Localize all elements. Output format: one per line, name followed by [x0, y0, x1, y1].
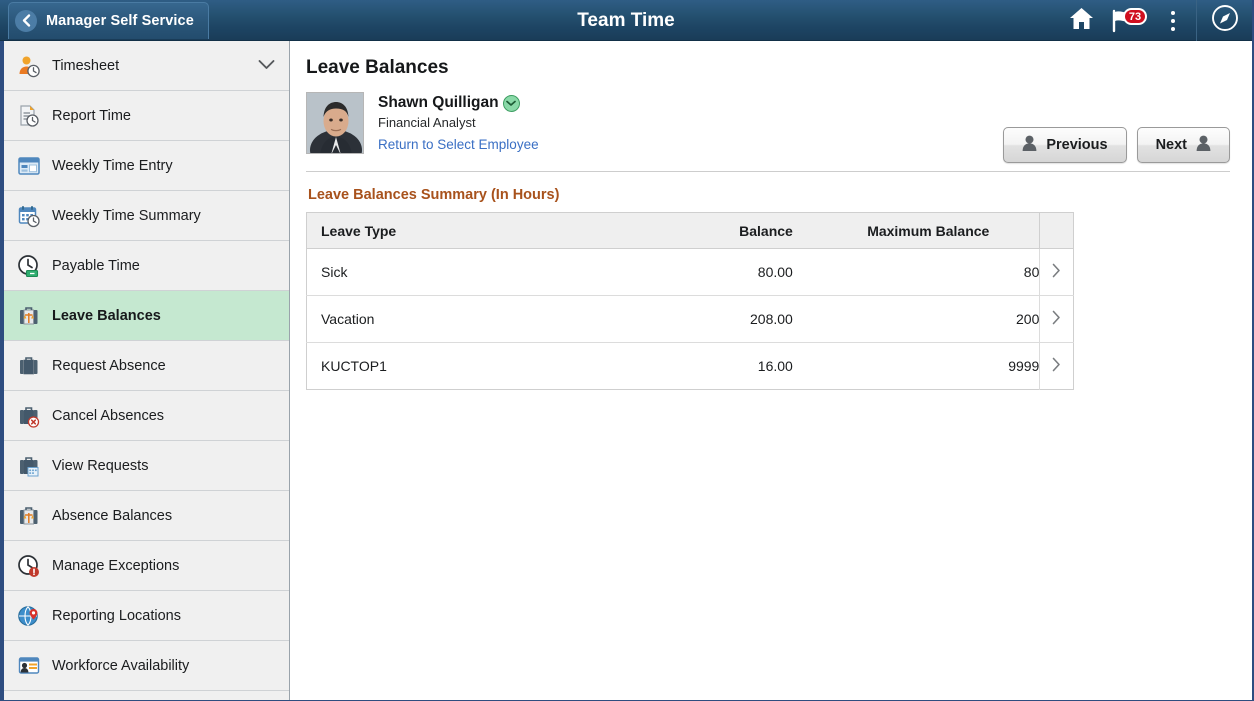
leave-balances-table: Leave Type Balance Maximum Balance Sick …	[306, 212, 1074, 390]
next-employee-button[interactable]: Next	[1136, 127, 1230, 163]
cell-maximum-balance: 80	[828, 248, 1040, 296]
window-grid-icon	[16, 153, 42, 179]
avatar	[306, 92, 364, 154]
previous-employee-button[interactable]: Previous	[1003, 127, 1127, 163]
column-header-balance: Balance	[590, 212, 829, 249]
back-to-manager-self-service-button[interactable]: Manager Self Service	[8, 1, 209, 39]
sidebar-item-report-time[interactable]: Report Time	[4, 91, 289, 141]
employee-info: Shawn Quilligan Financial Analyst Return…	[378, 92, 539, 154]
application-window: Manager Self Service Team Time 73 Timesh…	[0, 0, 1254, 701]
chevron-down-circle-icon[interactable]	[502, 94, 520, 112]
cell-balance: 80.00	[590, 248, 829, 296]
briefcase-cancel-icon	[16, 403, 42, 429]
clock-money-icon	[16, 253, 42, 279]
clock-alert-icon	[16, 553, 42, 579]
sidebar-item-label: Leave Balances	[52, 307, 161, 324]
section-title: Leave Balances Summary (In Hours)	[308, 187, 560, 203]
column-header-maximum-balance: Maximum Balance	[828, 212, 1040, 249]
briefcase-list-icon	[16, 453, 42, 479]
chevron-down-icon[interactable]	[258, 57, 275, 75]
person-icon	[1196, 135, 1211, 155]
window-person-icon	[16, 653, 42, 679]
sidebar-item-timesheet[interactable]: Timesheet	[4, 41, 289, 91]
next-button-label: Next	[1155, 137, 1187, 153]
person-clock-icon	[16, 53, 42, 79]
table-header-row: Leave Type Balance Maximum Balance	[306, 212, 1074, 249]
sidebar-item-payable-time[interactable]: Payable Time	[4, 241, 289, 291]
home-icon	[1069, 7, 1094, 35]
sidebar-item-absence-balances[interactable]: Absence Balances	[4, 491, 289, 541]
table-header: Leave Type Balance Maximum Balance	[306, 212, 1074, 249]
sidebar-item-label: View Requests	[52, 457, 149, 474]
header-icon-group: 73	[1058, 0, 1252, 41]
column-header-leave-type: Leave Type	[306, 212, 591, 249]
sidebar-item-request-absence[interactable]: Request Absence	[4, 341, 289, 391]
navigator-button[interactable]	[1196, 0, 1252, 41]
document-clock-icon	[16, 103, 42, 129]
table-row[interactable]: Sick 80.00 80	[306, 248, 1074, 296]
content-divider	[306, 171, 1230, 172]
previous-button-label: Previous	[1046, 137, 1108, 153]
briefcase-scale-icon	[16, 503, 42, 529]
app-header: Manager Self Service Team Time 73	[0, 0, 1252, 41]
globe-pin-icon	[16, 603, 42, 629]
sidebar-item-label: Absence Balances	[52, 507, 173, 524]
sidebar-item-label: Report Time	[52, 107, 131, 124]
actions-menu-button[interactable]	[1150, 0, 1196, 41]
three-dots-icon	[1171, 10, 1175, 31]
chevron-right-icon[interactable]	[1039, 295, 1074, 343]
sidebar-item-leave-balances[interactable]: Leave Balances	[4, 291, 289, 341]
page-title: Leave Balances	[306, 57, 449, 78]
sidebar-item-view-requests[interactable]: View Requests	[4, 441, 289, 491]
sidebar-item-label: Payable Time	[52, 257, 140, 274]
sidebar-item-weekly-time-entry[interactable]: Weekly Time Entry	[4, 141, 289, 191]
briefcase-icon	[16, 353, 42, 379]
sidebar-item-label: Cancel Absences	[52, 407, 165, 424]
chevron-right-icon[interactable]	[1039, 248, 1074, 296]
sidebar-item-workforce-availability[interactable]: Workforce Availability	[4, 641, 289, 691]
column-header-arrow-spacer	[1039, 212, 1074, 249]
cell-leave-type: Vacation	[306, 295, 591, 343]
sidebar-item-reporting-locations[interactable]: Reporting Locations	[4, 591, 289, 641]
navigation-sidebar: Timesheet Report Time Weekly Time Entry …	[0, 41, 290, 700]
back-button-label: Manager Self Service	[46, 12, 194, 29]
return-to-select-employee-link[interactable]: Return to Select Employee	[378, 137, 539, 152]
sidebar-item-cancel-absences[interactable]: Cancel Absences	[4, 391, 289, 441]
cell-maximum-balance: 200	[828, 295, 1040, 343]
sidebar-item-label: Timesheet	[52, 57, 120, 74]
notifications-button[interactable]: 73	[1104, 0, 1150, 41]
sidebar-item-label: Manage Exceptions	[52, 557, 180, 574]
main-body: Timesheet Report Time Weekly Time Entry …	[0, 41, 1252, 700]
home-button[interactable]	[1058, 0, 1104, 41]
notification-count-badge: 73	[1123, 7, 1147, 25]
sidebar-item-label: Reporting Locations	[52, 607, 181, 624]
chevron-right-icon[interactable]	[1039, 342, 1074, 390]
main-content: Leave Balances Shawn Quilligan Financial…	[290, 41, 1252, 700]
sidebar-item-label: Workforce Availability	[52, 657, 190, 674]
sidebar-item-weekly-time-summary[interactable]: Weekly Time Summary	[4, 191, 289, 241]
table-body: Sick 80.00 80 Vacation 208.00 200 KUCTOP…	[306, 248, 1074, 390]
employee-navigation-buttons: Previous Next	[1003, 127, 1230, 163]
employee-job-title: Financial Analyst	[378, 115, 476, 130]
table-row[interactable]: KUCTOP1 16.00 9999	[306, 342, 1074, 390]
chevron-left-icon	[15, 9, 37, 32]
calendar-clock-icon	[16, 203, 42, 229]
cell-leave-type: Sick	[306, 248, 591, 296]
flag-icon: 73	[1110, 7, 1147, 33]
table-row[interactable]: Vacation 208.00 200	[306, 295, 1074, 343]
sidebar-item-label: Weekly Time Entry	[52, 157, 173, 174]
sidebar-item-label: Weekly Time Summary	[52, 207, 201, 224]
cell-balance: 16.00	[590, 342, 829, 390]
sidebar-item-label: Request Absence	[52, 357, 166, 374]
cell-balance: 208.00	[590, 295, 829, 343]
briefcase-scale-icon	[16, 303, 42, 329]
compass-icon	[1211, 4, 1239, 37]
cell-leave-type: KUCTOP1	[306, 342, 591, 390]
employee-name: Shawn Quilligan	[378, 94, 499, 111]
cell-maximum-balance: 9999	[828, 342, 1040, 390]
person-icon	[1022, 135, 1037, 155]
sidebar-item-manage-exceptions[interactable]: Manage Exceptions	[4, 541, 289, 591]
